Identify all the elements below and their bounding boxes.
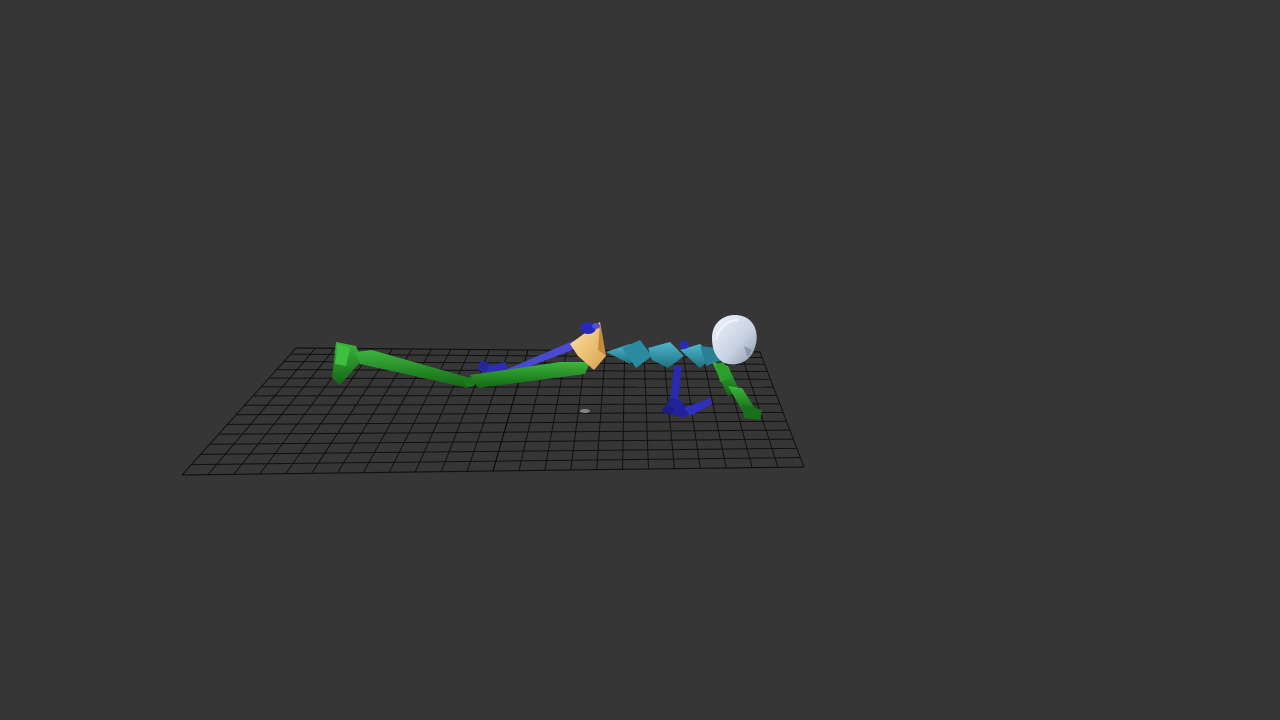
- grid-line: [643, 350, 649, 470]
- viewport-canvas[interactable]: [0, 0, 1280, 720]
- grid-line: [181, 347, 297, 476]
- grid-line: [622, 350, 626, 470]
- grid-line: [596, 350, 606, 470]
- grid-line: [233, 348, 336, 475]
- grid-line: [207, 347, 316, 475]
- origin-marker: [580, 409, 590, 413]
- 3d-viewport[interactable]: [0, 0, 1280, 720]
- grid-line: [759, 351, 805, 468]
- left-arm[interactable]: [662, 366, 712, 418]
